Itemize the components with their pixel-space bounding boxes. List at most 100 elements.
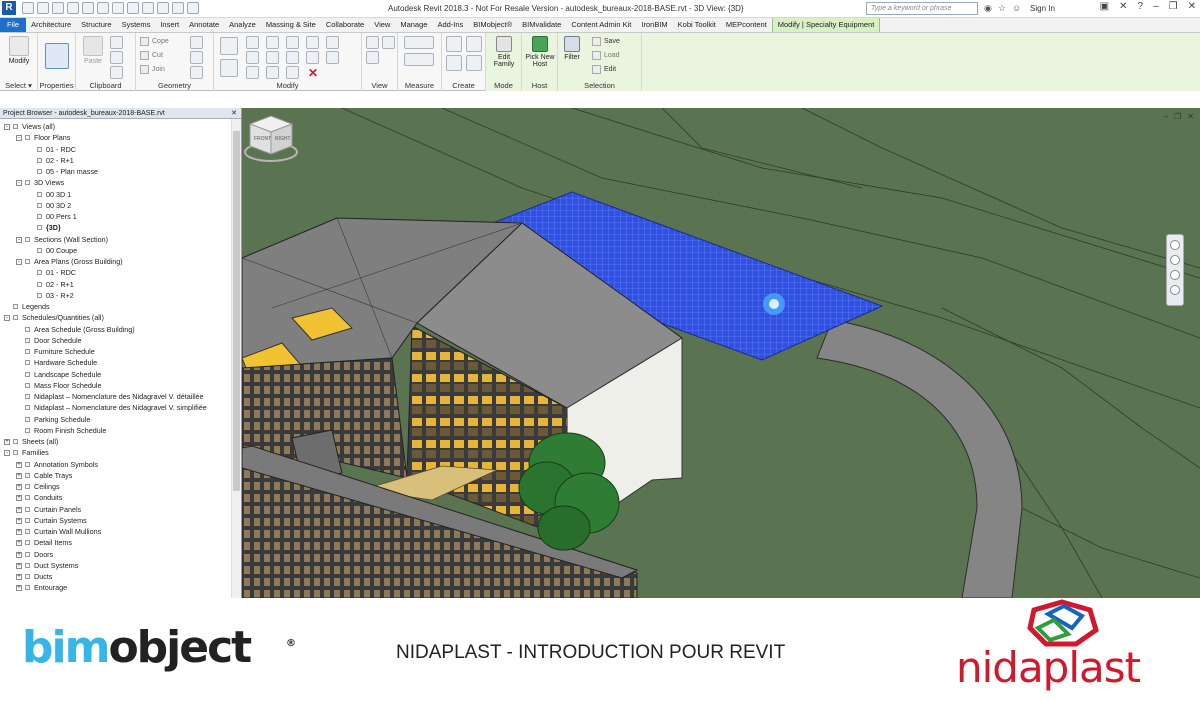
navigation-bar[interactable]	[1166, 234, 1184, 306]
3d-viewport[interactable]: – ❐ ✕ FRONT RIGHT	[242, 108, 1200, 598]
tree-item[interactable]: 01 - RDC	[0, 144, 241, 155]
tree-item[interactable]: Room Finish Schedule	[0, 425, 241, 436]
create-parts-icon[interactable]	[466, 36, 482, 52]
tree-item[interactable]: + Ceilings	[0, 481, 241, 492]
tree-item[interactable]: + Duct Systems	[0, 560, 241, 571]
expand-icon[interactable]: +	[16, 495, 22, 502]
undo-icon[interactable]	[52, 2, 64, 14]
expand-icon[interactable]: +	[4, 439, 10, 445]
paint-icon[interactable]	[190, 51, 203, 64]
pin-icon[interactable]	[306, 36, 319, 49]
tree-item[interactable]: - Families	[0, 447, 241, 458]
demolish-icon[interactable]	[190, 66, 203, 79]
tree-item[interactable]: + Annotation Symbols	[0, 459, 241, 470]
tree-item[interactable]: + Detail Items	[0, 537, 241, 548]
split-gap-icon[interactable]	[326, 51, 339, 64]
pan-icon[interactable]	[1170, 255, 1180, 265]
tab-structure[interactable]: Structure	[76, 18, 116, 32]
collapse-icon[interactable]: -	[16, 135, 22, 142]
edit-selection-button[interactable]: Edit	[592, 65, 616, 74]
tree-item[interactable]: 02 - R+1	[0, 279, 241, 290]
tree-item[interactable]: Furniture Schedule	[0, 346, 241, 357]
minimize-icon[interactable]: –	[1153, 1, 1159, 12]
split-face-icon[interactable]	[190, 36, 203, 49]
tree-item[interactable]: + Entourage	[0, 582, 241, 593]
tree-item[interactable]: Nidaplast – Nomenclature des Nidagravel …	[0, 402, 241, 413]
collapse-icon[interactable]: -	[4, 450, 10, 457]
tree-item[interactable]: Parking Schedule	[0, 414, 241, 425]
3d-view-icon[interactable]	[127, 2, 139, 14]
close-icon[interactable]: ✕	[1187, 112, 1194, 121]
zoom-icon[interactable]	[1170, 270, 1180, 280]
tab-modify-specialty-equipment[interactable]: Modify | Specialty Equipment	[771, 18, 881, 32]
expand-icon[interactable]: +	[16, 585, 22, 592]
create-group-icon[interactable]	[446, 55, 462, 71]
trim-icon[interactable]	[266, 66, 279, 79]
tree-item[interactable]: 05 - Plan masse	[0, 166, 241, 177]
thin-lines-icon[interactable]	[157, 2, 169, 14]
restore-icon[interactable]: ❐	[1169, 1, 1178, 12]
tab-analyze[interactable]: Analyze	[224, 18, 261, 32]
orbit-icon[interactable]	[1170, 285, 1180, 295]
join-button[interactable]: Join	[140, 65, 165, 74]
expand-icon[interactable]: +	[16, 540, 22, 547]
search-input[interactable]: Type a keyword or phrase	[866, 2, 978, 15]
hide-icon[interactable]	[382, 36, 395, 49]
tree-item[interactable]: 03 - R+2	[0, 290, 241, 301]
project-browser-scrollbar[interactable]	[231, 119, 241, 598]
tree-item[interactable]: 00 Coupe	[0, 245, 241, 256]
tree-item[interactable]: Mass Floor Schedule	[0, 380, 241, 391]
tree-item[interactable]: {3D}	[0, 222, 241, 233]
tab-architecture[interactable]: Architecture	[26, 18, 76, 32]
tab-manage[interactable]: Manage	[395, 18, 432, 32]
tab-mepcontent[interactable]: MEPcontent	[721, 18, 772, 32]
create-similar-icon[interactable]	[466, 55, 482, 71]
star-icon[interactable]: ☆	[998, 3, 1006, 14]
help-icon[interactable]: ?	[1138, 1, 1144, 12]
open-icon[interactable]	[22, 2, 34, 14]
save-icon[interactable]	[37, 2, 49, 14]
select-dropdown[interactable]: Select ▾	[0, 81, 37, 90]
tree-item[interactable]: Legends	[0, 301, 241, 312]
tab-systems[interactable]: Systems	[117, 18, 156, 32]
edit-family-button[interactable]: Edit Family	[488, 36, 520, 68]
binoculars-icon[interactable]: ◉	[984, 3, 992, 14]
text-icon[interactable]	[112, 2, 124, 14]
tree-item[interactable]: Hardware Schedule	[0, 357, 241, 368]
tab-ironbim[interactable]: IronBIM	[636, 18, 672, 32]
filter-button[interactable]: Filter	[560, 36, 584, 61]
tree-item[interactable]: - Sections (Wall Section)	[0, 234, 241, 245]
tree-item[interactable]: Area Schedule (Gross Building)	[0, 324, 241, 335]
tab-file[interactable]: File	[0, 18, 27, 32]
expand-icon[interactable]: +	[16, 517, 22, 524]
cut-geometry-button[interactable]: Cut	[140, 51, 163, 60]
tree-item[interactable]: - Floor Plans	[0, 132, 241, 143]
tab-collaborate[interactable]: Collaborate	[321, 18, 369, 32]
rotate-icon[interactable]	[246, 66, 259, 79]
tree-item[interactable]: - 3D Views	[0, 177, 241, 188]
delete-icon[interactable]: ✕	[308, 66, 318, 80]
align-icon[interactable]	[220, 37, 238, 55]
user-icon[interactable]: ☺	[1012, 3, 1021, 14]
pick-new-host-button[interactable]: Pick New Host	[523, 36, 557, 68]
dimension-icon[interactable]	[404, 53, 434, 66]
properties-button[interactable]	[42, 43, 72, 71]
tree-item[interactable]: - Views (all)	[0, 121, 241, 132]
switch-windows-icon[interactable]	[187, 2, 199, 14]
collapse-icon[interactable]: -	[16, 180, 22, 187]
close-icon[interactable]: ✕	[231, 108, 237, 119]
expand-icon[interactable]: +	[16, 529, 22, 535]
cut-icon[interactable]	[110, 36, 123, 49]
trim-extend-icon[interactable]	[326, 36, 339, 49]
expand-icon[interactable]: +	[16, 472, 22, 479]
expand-icon[interactable]: +	[16, 506, 22, 513]
mirror-pick-icon[interactable]	[266, 36, 279, 49]
expand-icon[interactable]: +	[16, 461, 22, 468]
tab-bimvalidate[interactable]: BIMvalidate	[517, 18, 566, 32]
tab-bimobject[interactable]: BIMobject®	[468, 18, 517, 32]
minimize-icon[interactable]: –	[1164, 112, 1168, 121]
tree-item[interactable]: + Curtain Systems	[0, 515, 241, 526]
collapse-icon[interactable]: -	[16, 236, 22, 243]
override-graphics-icon[interactable]	[366, 51, 379, 64]
tree-item[interactable]: + Sheets (all)	[0, 436, 241, 447]
